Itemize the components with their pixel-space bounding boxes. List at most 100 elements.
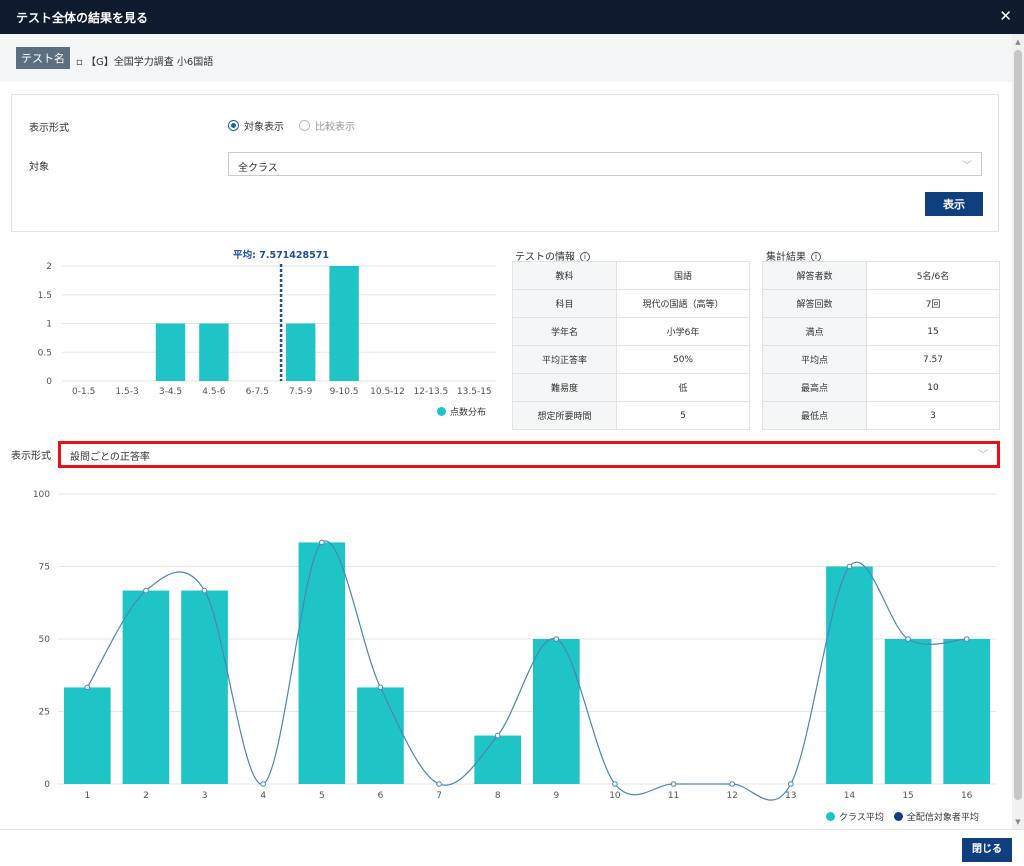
row-value: 5名/6名: [866, 261, 1000, 290]
average-point: [84, 684, 91, 691]
summary-table: 解答者数 5名/6名 解答回数 7回 満点 15 平均点 7.57 最高点 10 最低点 3: [762, 261, 1000, 430]
question-bar: [533, 639, 580, 784]
y-tick-label: 1: [46, 320, 52, 330]
show-button[interactable]: 表示: [925, 192, 983, 216]
radio-unselected-icon: [299, 120, 310, 131]
average-point: [846, 563, 853, 570]
legend-swatch-class: [826, 812, 835, 821]
hist-legend: 点数分布: [437, 405, 486, 418]
legend-class-average: クラス平均: [839, 813, 884, 823]
window-titlebar: テスト全体の結果を見る ✕: [0, 0, 1024, 34]
test-name-row: テスト名 ▫ 【G】全国学力調査 小6国語: [0, 34, 1012, 82]
question-accuracy-chart: 02550751001 2 3 4 5 6 7 8 9 10 11 12 13 14 15 16: [33, 490, 996, 801]
question-bar: [826, 566, 873, 784]
row-value: 50%: [616, 345, 750, 374]
target-label: 対象: [29, 162, 49, 173]
row-key: 難易度: [512, 373, 617, 402]
histogram-bar: [199, 323, 229, 381]
scroll-down-icon[interactable]: ▼: [1014, 818, 1022, 826]
radio-compare-display[interactable]: 比較表示: [299, 118, 355, 133]
x-tick-label: 4: [260, 791, 266, 801]
table-row: 想定所要時間 5: [512, 401, 750, 430]
display-mode-label: 表示形式: [29, 123, 69, 134]
y-tick-label: 100: [33, 490, 50, 500]
x-tick-label: 7: [436, 791, 442, 801]
row-value: 国語: [616, 261, 750, 290]
question-bar: [474, 735, 521, 784]
histogram-bar: [155, 323, 186, 381]
question-bar: [357, 687, 404, 784]
row-key: 解答者数: [762, 261, 867, 290]
histogram-bar: [329, 266, 359, 381]
question-bar: [943, 639, 990, 784]
table-row: 最高点 10: [762, 373, 1000, 402]
x-tick-label: 14: [844, 791, 856, 801]
average-point: [260, 781, 266, 787]
row-key: 平均点: [762, 345, 867, 374]
table-row: 学年名 小学6年: [512, 317, 750, 346]
row-value: 小学6年: [616, 317, 750, 346]
row-key: 最低点: [762, 401, 867, 430]
x-tick-label: 12-13.5: [414, 387, 449, 397]
x-tick-label: 9-10.5: [330, 387, 359, 397]
question-bar: [298, 542, 346, 784]
radio-compare-label: 比較表示: [315, 122, 355, 133]
x-tick-label: 15: [902, 791, 913, 801]
close-icon[interactable]: ✕: [999, 7, 1012, 25]
table-row: 難易度低: [512, 373, 750, 402]
chevron-down-icon: ﹀: [962, 161, 972, 172]
row-value: 低: [616, 373, 750, 402]
y-tick-label: 1.5: [38, 291, 52, 301]
x-tick-label: 2: [143, 791, 149, 801]
dialog-footer: 閉じる: [0, 829, 1024, 866]
x-tick-label: 13.5-15: [457, 387, 492, 397]
average-point: [788, 781, 794, 787]
y-tick-label: 2: [46, 262, 52, 272]
legend-swatch-all: [893, 812, 903, 821]
table-row: 解答回数 7回: [762, 289, 1000, 318]
test-name-value: ▫ 【G】全国学力調査 小6国語: [76, 57, 214, 68]
radio-selected-icon: [228, 120, 239, 131]
y-tick-label: 75: [39, 563, 50, 573]
row-key: 最高点: [762, 373, 867, 402]
table-row: 平均点 7.57: [762, 345, 1000, 374]
row-value: 15: [866, 317, 1000, 346]
x-tick-label: 13: [785, 791, 796, 801]
display-format-value: 設問ごとの正答率: [70, 452, 150, 463]
question-bar: [181, 590, 228, 784]
legend-score-distribution: 点数分布: [450, 408, 487, 418]
average-point: [963, 636, 970, 642]
row-value: 3: [866, 401, 1000, 430]
display-format-select[interactable]: 設問ごとの正答率 ﹀: [61, 444, 997, 465]
question-bar: [64, 687, 111, 784]
x-tick-label: 10.5-12: [370, 387, 405, 397]
y-tick-label: 0: [46, 377, 52, 387]
histogram-bar: [286, 323, 316, 381]
close-button[interactable]: 閉じる: [962, 838, 1012, 862]
row-key: 科目: [512, 289, 617, 318]
legend-all-average: 全配信対象者平均: [906, 813, 979, 823]
legend-swatch-score: [437, 407, 446, 416]
radio-target-display[interactable]: 対象表示: [228, 118, 284, 133]
scroll-up-icon[interactable]: ▲: [1014, 38, 1022, 46]
average-point: [436, 781, 442, 787]
table-row: 満点 15: [762, 317, 1000, 346]
radio-target-label: 対象表示: [244, 122, 284, 133]
y-tick-label: 0.5: [38, 348, 52, 358]
average-point: [143, 587, 149, 594]
row-key: 平均正答率: [512, 345, 617, 374]
table-row: 教科 国語: [512, 261, 750, 290]
target-select[interactable]: 全クラス ﹀: [228, 152, 982, 176]
x-tick-label: 16: [961, 791, 973, 801]
table-row: 解答者数 5名/6名: [762, 261, 1000, 290]
scrollbar-thumb[interactable]: [1014, 50, 1022, 800]
average-point: [905, 636, 911, 642]
x-tick-label: 0-1.5: [72, 387, 95, 397]
row-key: 想定所要時間: [512, 401, 617, 430]
row-value: 5: [616, 401, 750, 430]
row-value: 7回: [866, 289, 1000, 318]
table-row: 平均正答率 50%: [512, 345, 750, 374]
row-key: 教科: [512, 261, 617, 290]
chevron-down-icon: ﹀: [978, 450, 988, 461]
x-tick-label: 1: [84, 791, 90, 801]
